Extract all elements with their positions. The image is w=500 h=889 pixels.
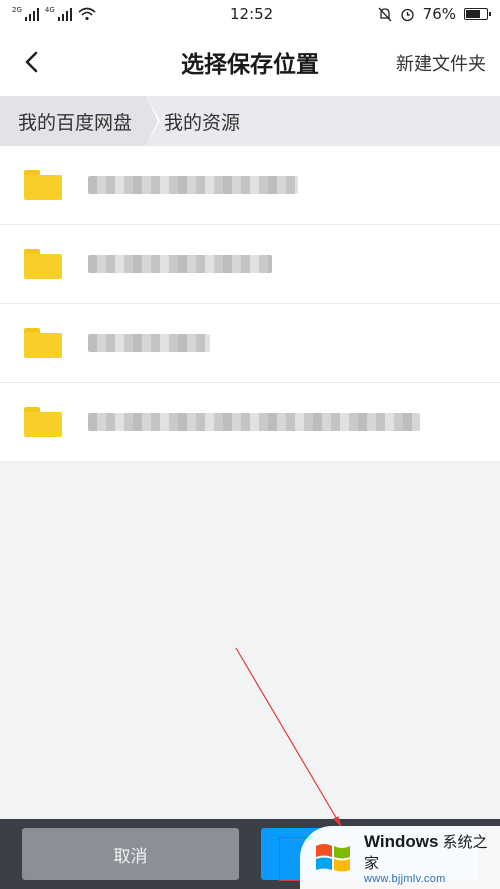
- watermark-url: www.bjjmlv.com: [364, 872, 446, 885]
- page-title: 选择保存位置: [181, 52, 319, 78]
- breadcrumb-current-label: 我的资源: [164, 111, 241, 134]
- battery-percent: 76%: [422, 5, 456, 23]
- breadcrumb: 我的百度网盘 我的资源: [0, 96, 500, 146]
- status-left: 2G 4G: [12, 7, 96, 21]
- breadcrumb-separator: [146, 96, 161, 146]
- back-button[interactable]: [14, 44, 50, 80]
- signal-icon-2: 4G: [45, 7, 72, 21]
- folder-row[interactable]: ▇▇▇▇▇▇▇▇▇▇▇ ▇▇▇▇▇▇▇▇: [0, 383, 500, 462]
- folder-row[interactable]: ▇▇▇▇▇▇▇▇▇▇▇▇▇▇▇: [0, 225, 500, 304]
- folder-row[interactable]: ▇▇▇ ▇▇▇▇▇ ▇▇▇ ▇▇: [0, 146, 500, 225]
- network-type-bottom: 4G: [44, 6, 55, 14]
- breadcrumb-root[interactable]: 我的百度网盘: [0, 96, 161, 146]
- new-folder-button[interactable]: 新建文件夹: [396, 50, 486, 76]
- header: 选择保存位置 新建文件夹: [0, 28, 500, 96]
- wifi-icon: [78, 7, 96, 21]
- folder-name-blurred: ▇▇▇ ▇▇▇▇▇ ▇▇▇ ▇▇: [88, 176, 298, 194]
- folder-row[interactable]: ▇▇▇▇▇▇ ▇▇: [0, 304, 500, 383]
- windows-logo-icon: [312, 838, 356, 878]
- signal-icon: 2G: [12, 7, 39, 21]
- cancel-button[interactable]: 取消: [22, 828, 239, 880]
- folder-icon: [24, 407, 62, 437]
- watermark-brand: Windows: [364, 831, 439, 851]
- folder-icon: [24, 328, 62, 358]
- status-time: 12:52: [230, 5, 274, 23]
- folder-icon: [24, 249, 62, 279]
- watermark: Windows 系统之家 www.bjjmlv.com: [300, 826, 500, 889]
- status-right: 76%: [378, 5, 491, 23]
- folder-list: ▇▇▇ ▇▇▇▇▇ ▇▇▇ ▇▇ ▇▇▇▇▇▇▇▇▇▇▇▇▇▇▇ ▇▇▇▇▇▇ …: [0, 146, 500, 462]
- folder-name-blurred: ▇▇▇▇▇▇▇▇▇▇▇▇▇▇▇: [88, 255, 272, 273]
- folder-name-blurred: ▇▇▇▇▇▇ ▇▇: [88, 334, 210, 352]
- chevron-left-icon: [25, 51, 38, 73]
- breadcrumb-current: 我的资源: [146, 96, 240, 146]
- network-type-top: 2G: [12, 6, 22, 14]
- breadcrumb-root-label: 我的百度网盘: [18, 111, 133, 134]
- bell-off-icon: [378, 7, 392, 21]
- battery-icon: [464, 8, 491, 20]
- watermark-text: Windows 系统之家 www.bjjmlv.com: [364, 831, 500, 885]
- folder-name-blurred: ▇▇▇▇▇▇▇▇▇▇▇ ▇▇▇▇▇▇▇▇: [88, 413, 420, 431]
- folder-icon: [24, 170, 62, 200]
- alarm-icon: [401, 8, 414, 21]
- status-bar: 2G 4G 12:52 76%: [0, 0, 500, 28]
